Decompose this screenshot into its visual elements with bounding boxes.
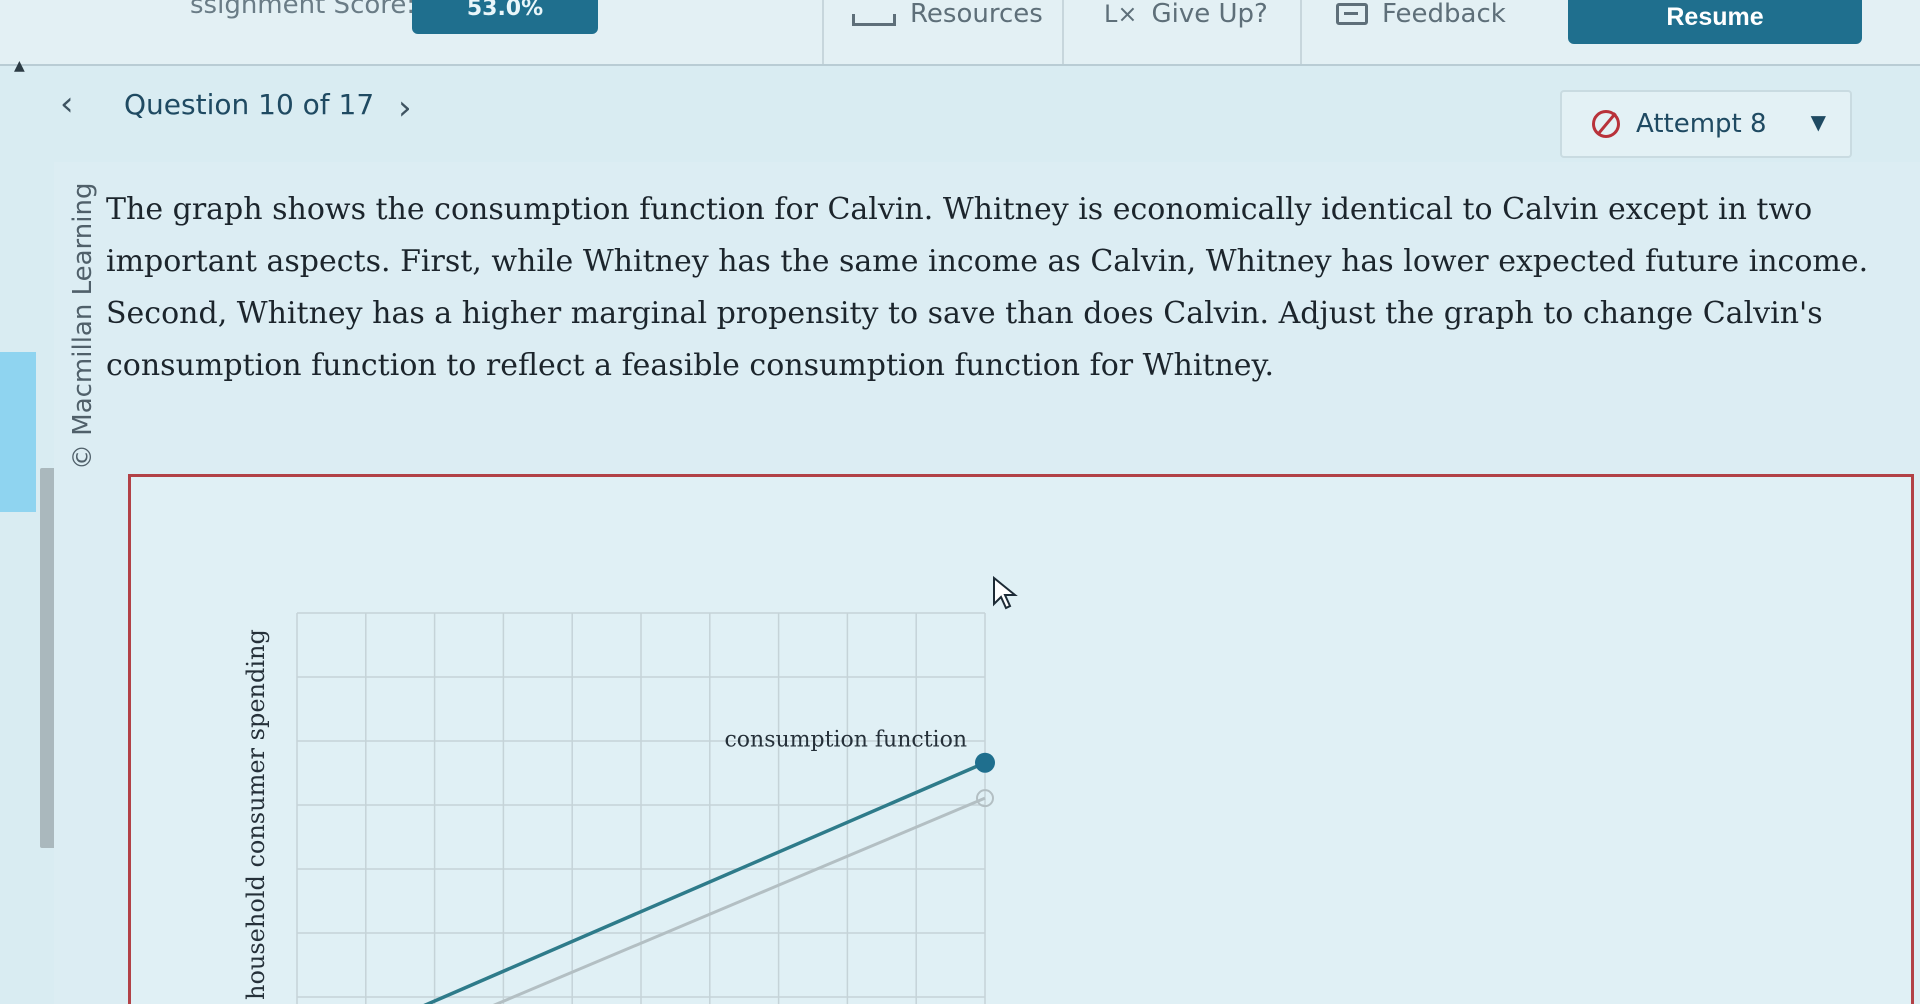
y-axis-label: household consumer spending — [242, 629, 270, 1000]
page: ssignment Score: 53.0% Resources L× Give… — [0, 0, 1920, 1004]
assignment-score-value: 53.0% — [466, 0, 544, 21]
assignment-score-badge: 53.0% — [412, 0, 598, 34]
toolbar-divider — [1300, 0, 1302, 64]
assignment-score-label: ssignment Score: — [190, 0, 416, 20]
consumption-function-handle[interactable] — [975, 752, 995, 773]
toolbar-divider — [1062, 0, 1064, 64]
chevron-down-icon: ▼ — [1810, 110, 1826, 134]
question-prompt: The graph shows the consumption function… — [106, 192, 1869, 383]
resume-button[interactable]: Resume — [1568, 0, 1862, 44]
no-entry-icon — [1592, 110, 1620, 138]
toolbar-divider — [822, 0, 824, 64]
attempt-label: Attempt 8 — [1636, 109, 1767, 139]
side-panel-tab[interactable] — [0, 352, 36, 512]
top-toolbar: ssignment Score: 53.0% Resources L× Give… — [0, 0, 1920, 66]
copyright-notice: © Macmillan Learning — [68, 182, 98, 470]
consumption-graph[interactable]: consumption function — [131, 477, 1917, 1004]
give-up-icon: L× — [1104, 0, 1138, 28]
feedback-icon — [1336, 3, 1368, 25]
give-up-label: Give Up? — [1151, 0, 1268, 29]
feedback-label: Feedback — [1382, 0, 1506, 29]
feedback-button[interactable]: Feedback — [1336, 0, 1506, 36]
attempt-dropdown[interactable]: Attempt 8 ▼ — [1560, 90, 1852, 158]
consumption-function-line[interactable] — [421, 761, 986, 1004]
original-consumption-line — [492, 796, 986, 1004]
previous-question-icon[interactable]: ‹ — [60, 84, 74, 124]
scroll-up-icon[interactable]: ▲ — [14, 58, 25, 74]
give-up-button[interactable]: L× Give Up? — [1104, 0, 1268, 36]
resources-icon — [852, 14, 896, 26]
question-counter: Question 10 of 17 — [124, 88, 375, 121]
resources-label: Resources — [910, 0, 1043, 29]
graph-panel[interactable]: consumption function — [128, 474, 1914, 1004]
next-question-icon[interactable]: › — [398, 88, 412, 128]
left-scroll-rail: ▲ ▼ — [0, 44, 93, 1004]
mouse-pointer-icon — [993, 576, 1018, 610]
series-label: consumption function — [724, 728, 967, 753]
resources-button[interactable]: Resources — [852, 0, 1043, 36]
